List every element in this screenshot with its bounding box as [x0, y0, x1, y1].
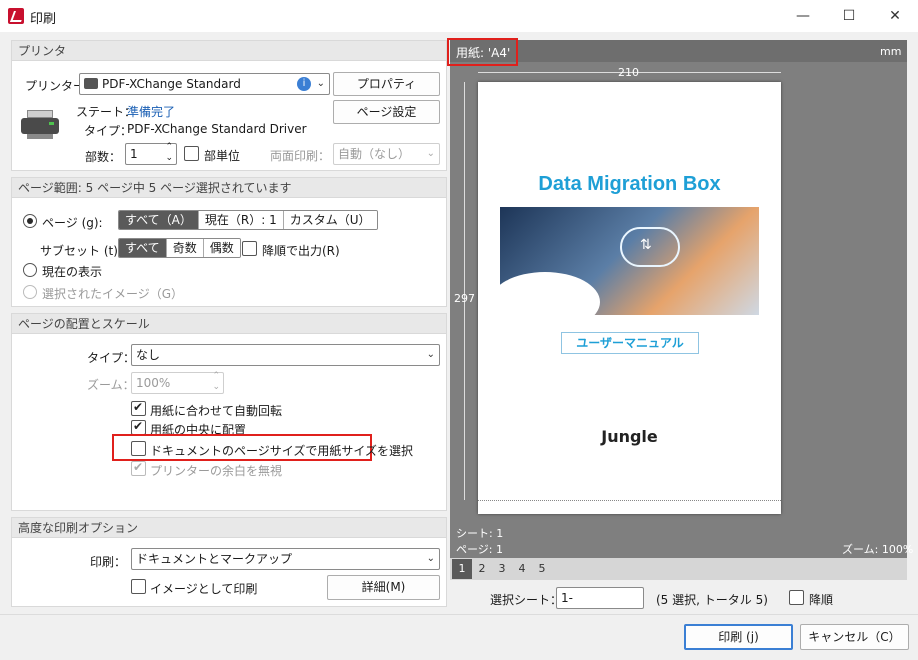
doc-subtitle: ユーザーマニュアル	[561, 332, 699, 354]
collate-checkbox[interactable]	[184, 146, 199, 161]
reverse-output-label: 降順で出力(R)	[262, 244, 340, 258]
details-button[interactable]: 詳細(M)	[327, 575, 440, 600]
page-tab-5[interactable]: 5	[532, 559, 552, 579]
duplex-label: 両面印刷：	[270, 149, 331, 163]
maximize-button[interactable]: ☐	[826, 0, 872, 32]
print-as-image-checkbox[interactable]	[131, 579, 146, 594]
subset-segmented[interactable]: すべて 奇数 偶数	[118, 238, 241, 258]
center-checkbox[interactable]	[131, 419, 146, 435]
subset-all-option[interactable]: すべて	[119, 239, 167, 257]
current-view-label: 現在の表示	[42, 265, 103, 279]
doc-brand: Jungle	[601, 427, 658, 446]
collate-label: 部単位	[204, 149, 241, 163]
chevron-down-icon: ⌄	[426, 349, 435, 360]
cancel-button[interactable]: キャンセル（C）	[800, 624, 909, 650]
width-label: 210	[618, 66, 639, 79]
height-label: 297	[454, 292, 475, 305]
zoom-label: ズーム：	[87, 378, 135, 392]
page-tab-1[interactable]: 1	[452, 559, 472, 579]
type-value: PDF-XChange Standard Driver	[127, 122, 307, 136]
page-tab-2[interactable]: 2	[472, 559, 492, 579]
placement-header: ページの配置とスケール	[12, 314, 446, 334]
advanced-header: 高度な印刷オプション	[12, 518, 446, 538]
minimize-button[interactable]: —	[780, 0, 826, 32]
choose-paper-checkbox[interactable]	[131, 441, 146, 456]
pages-all-option[interactable]: すべて（A）	[119, 211, 199, 229]
subset-label: サブセット (t):	[40, 244, 122, 258]
copies-value: 1	[130, 147, 138, 161]
page-tab-4[interactable]: 4	[512, 559, 532, 579]
selected-image-label: 選択されたイメージ（G）	[42, 287, 184, 301]
choose-paper-label: ドキュメントのページサイズで用紙サイズを選択	[150, 444, 414, 458]
doc-title: Data Migration Box	[538, 173, 721, 195]
status-value: 準備完了	[127, 105, 176, 119]
chevron-down-icon: ⌄	[426, 553, 435, 564]
printer-small-icon	[84, 78, 98, 89]
close-button[interactable]: ✕	[872, 0, 918, 32]
sheet-label: シート: 1	[456, 527, 504, 540]
printer-icon	[21, 110, 59, 140]
placement-type-select[interactable]: なし ⌄	[131, 344, 440, 366]
paper-size-label: 用紙: 'A4'	[456, 46, 511, 60]
footer-divider	[0, 614, 918, 615]
pages-current-option[interactable]: 現在（R）: 1	[198, 211, 284, 229]
stepper-arrows-icon[interactable]: ⌃ ⌄	[165, 142, 173, 164]
placement-type-value: なし	[136, 348, 161, 362]
page-setup-button[interactable]: ページ設定	[333, 100, 440, 124]
reverse-output-checkbox[interactable]	[242, 241, 257, 256]
window-title: 印刷	[30, 12, 57, 27]
info-icon[interactable]: i	[297, 77, 311, 91]
print-content-value: ドキュメントとマークアップ	[136, 552, 293, 566]
print-as-image-label: イメージとして印刷	[150, 582, 258, 596]
print-app-icon	[8, 8, 24, 24]
pages-radio[interactable]	[23, 214, 37, 228]
print-button[interactable]: 印刷 (j)	[684, 624, 793, 650]
zoom-stepper[interactable]: 100% ⌃ ⌄	[131, 371, 224, 394]
stepper-arrows-icon[interactable]: ⌃ ⌄	[212, 371, 220, 393]
ignore-margins-checkbox[interactable]	[131, 460, 146, 476]
sheet-select-label: 選択シート：	[490, 593, 563, 607]
copies-stepper[interactable]: 1 ⌃ ⌄	[125, 142, 177, 165]
sheet-reverse-checkbox[interactable]	[789, 590, 804, 605]
chevron-down-icon: ⌄	[316, 78, 325, 89]
selected-image-radio[interactable]	[23, 285, 37, 299]
sheet-select-info: (5 選択, トータル 5)	[656, 593, 768, 607]
sheet-reverse-label: 降順	[809, 593, 834, 607]
subset-odd-option[interactable]: 奇数	[166, 239, 204, 257]
duplex-select[interactable]: 自動（なし） ⌄	[333, 143, 440, 165]
printer-select-value: PDF-XChange Standard	[102, 77, 241, 91]
page-preview: Data Migration Box ⇅ ユーザーマニュアル Jungle	[478, 82, 781, 514]
cloud-image: ⇅	[500, 207, 759, 315]
zoom-value: 100%	[136, 376, 171, 390]
page-tab-3[interactable]: 3	[492, 559, 512, 579]
type-label: タイプ：	[84, 124, 133, 138]
preview-header	[450, 40, 907, 62]
pages-custom-option[interactable]: カスタム（U）	[283, 211, 377, 229]
placement-type-label: タイプ：	[87, 351, 136, 365]
pages-label: ページ (g):	[42, 216, 103, 230]
print-content-label: 印刷：	[90, 555, 127, 569]
ignore-margins-label: プリンターの余白を無視	[150, 464, 283, 478]
copies-label: 部数：	[85, 150, 122, 164]
printer-section-header: プリンタ	[12, 41, 446, 61]
chevron-down-icon: ⌄	[426, 148, 435, 159]
sheet-select-input[interactable]: 1-	[556, 587, 644, 609]
subset-even-option[interactable]: 偶数	[203, 239, 240, 257]
auto-rotate-label: 用紙に合わせて自動回転	[150, 404, 283, 418]
unit-label: mm	[880, 45, 902, 58]
print-content-select[interactable]: ドキュメントとマークアップ ⌄	[131, 548, 440, 570]
auto-rotate-checkbox[interactable]	[131, 400, 146, 416]
duplex-value: 自動（なし）	[338, 147, 411, 161]
pages-segmented[interactable]: すべて（A） 現在（R）: 1 カスタム（U）	[118, 210, 378, 230]
page-range-header: ページ範囲: 5 ページ中 5 ページ選択されています	[12, 178, 446, 198]
current-view-radio[interactable]	[23, 263, 37, 277]
printer-select[interactable]: PDF-XChange Standard i ⌄	[79, 73, 330, 95]
zoom-status: ズーム: 100%	[842, 543, 914, 556]
page-label: ページ: 1	[456, 543, 503, 556]
properties-button[interactable]: プロパティ	[333, 72, 440, 96]
height-ruler	[464, 82, 465, 500]
